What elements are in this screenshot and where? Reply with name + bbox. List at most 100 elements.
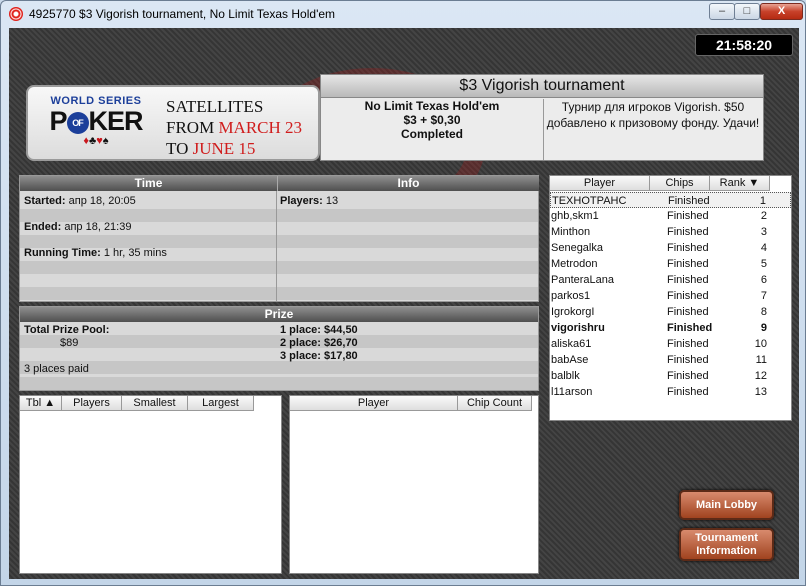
players-col-rank[interactable]: Rank ▼: [710, 176, 770, 191]
minimize-button[interactable]: –: [709, 3, 735, 20]
players-count-row: Players: 13: [280, 195, 339, 207]
clock: 21:58:20: [695, 34, 793, 56]
player-rank: 11: [755, 354, 767, 366]
player-name: parkos1: [551, 290, 591, 302]
player-row[interactable]: Senegalka Finished 4: [550, 240, 791, 256]
players-col-player[interactable]: Player: [550, 176, 650, 191]
client-area: 21:58:20 WORLD SERIES P OF KER ♦♣♥♠ SATELL…: [9, 28, 799, 579]
logo-poker-text: P OF KER: [46, 107, 146, 135]
main-lobby-button[interactable]: Main Lobby: [679, 490, 774, 520]
player-rank: 9: [760, 322, 767, 334]
tournament-summary: No Limit Texas Hold'em $3 + $0,30 Comple…: [321, 99, 543, 141]
player-chips: Finished: [667, 290, 709, 302]
player-name: Minthon: [551, 226, 591, 238]
prize-place-3: 3 place: $17,80: [280, 350, 358, 362]
wsop-logo: WORLD SERIES P OF KER ♦♣♥♠: [46, 95, 146, 155]
player-rank: 5: [760, 258, 767, 270]
promo-line-1: SATELLITES: [166, 97, 264, 116]
player-name: balblk: [551, 370, 580, 382]
close-button[interactable]: X: [760, 3, 803, 20]
logo-p: P: [49, 106, 67, 136]
title-bar[interactable]: 4925770 $3 Vigorish tournament, No Limit…: [1, 1, 805, 28]
tables-col-players[interactable]: Players: [62, 396, 122, 411]
promo-line-3: TO JUNE 15: [166, 139, 256, 158]
player-row[interactable]: vigorishru Finished 9: [550, 320, 791, 336]
satellites-promo: SATELLITES FROM MARCH 23 TO JUNE 15: [166, 96, 302, 159]
player-chips: Finished: [667, 274, 709, 286]
chip-count-list[interactable]: Player Chip Count: [289, 395, 539, 574]
player-row[interactable]: balblk Finished 12: [550, 368, 791, 384]
chip-col-player[interactable]: Player: [290, 396, 458, 411]
player-row[interactable]: Metrodon Finished 5: [550, 256, 791, 272]
header-divider: [543, 99, 544, 160]
player-row[interactable]: IgrokorgI Finished 8: [550, 304, 791, 320]
logo-rest: KER: [88, 106, 144, 136]
player-name: vigorishru: [551, 322, 605, 334]
player-name: l11arson: [551, 386, 593, 398]
tables-col-tbl[interactable]: Tbl ▲: [20, 396, 62, 411]
player-name: Metrodon: [551, 258, 598, 270]
tables-list[interactable]: Tbl ▲ Players Smallest Largest: [19, 395, 282, 574]
player-chips: Finished: [667, 258, 709, 270]
maximize-button[interactable]: □: [734, 3, 760, 20]
wsop-banner[interactable]: WORLD SERIES P OF KER ♦♣♥♠ SATELLITES FROM…: [26, 85, 320, 161]
total-prize-pool-label: Total Prize Pool:: [24, 324, 110, 336]
player-chips: Finished: [667, 354, 709, 366]
player-rank: 12: [754, 370, 767, 382]
tables-col-smallest[interactable]: Smallest: [122, 396, 188, 411]
game-type: No Limit Texas Hold'em: [364, 99, 500, 113]
tournament-title: $3 Vigorish tournament: [321, 75, 763, 98]
player-chips: Finished: [668, 195, 710, 207]
running-time-row: Running Time: 1 hr, 35 mins: [24, 247, 167, 259]
ended-row: Ended: апр 18, 21:39: [24, 221, 132, 233]
sort-up-icon: ▲: [44, 397, 56, 409]
player-rank: 10: [754, 338, 767, 350]
tournament-header: $3 Vigorish tournament No Limit Texas Ho…: [320, 74, 764, 161]
player-row[interactable]: ТЕХНОТРАНС Finished 1: [550, 192, 791, 208]
started-row: Started: апр 18, 20:05: [24, 195, 136, 207]
chip-col-chip-count[interactable]: Chip Count: [458, 396, 532, 411]
player-name: babAse: [551, 354, 589, 366]
player-chips: Finished: [667, 226, 709, 238]
buy-in: $3 + $0,30: [403, 113, 461, 127]
player-row[interactable]: PanteraLana Finished 6: [550, 272, 791, 288]
player-name: ghb,skm1: [551, 210, 599, 222]
promo-line-2: FROM MARCH 23: [166, 118, 303, 137]
tournament-description: Турнир для игроков Vigorish. $50 добавле…: [546, 100, 760, 130]
player-rank: 8: [760, 306, 767, 318]
sort-down-icon: ▼: [748, 177, 760, 189]
player-name: Senegalka: [551, 242, 603, 254]
card-suits-icon: ♦♣♥♠: [83, 135, 109, 147]
player-name: IgrokorgI: [551, 306, 595, 318]
players-col-chips[interactable]: Chips: [650, 176, 710, 191]
time-header: Time: [20, 176, 277, 191]
player-rank: 6: [760, 274, 767, 286]
player-name: aliska61: [551, 338, 592, 350]
player-chips: Finished: [667, 322, 713, 334]
player-chips: Finished: [667, 306, 709, 318]
player-row[interactable]: Minthon Finished 3: [550, 224, 791, 240]
player-row[interactable]: ghb,skm1 Finished 2: [550, 208, 791, 224]
player-chips: Finished: [667, 386, 709, 398]
logo-o: OF: [66, 111, 89, 134]
prize-place-1: 1 place: $44,50: [280, 324, 358, 336]
prize-header: Prize: [20, 307, 538, 322]
player-row[interactable]: babAse Finished 11: [550, 352, 791, 368]
player-rank: 2: [760, 210, 767, 222]
prize-panel: Prize Total Prize Pool: $89 3 places pai…: [19, 306, 539, 391]
player-row[interactable]: parkos1 Finished 7: [550, 288, 791, 304]
tournament-status: Completed: [400, 127, 463, 141]
player-row[interactable]: l11arson Finished 13: [550, 384, 791, 400]
player-chips: Finished: [667, 370, 709, 382]
prize-place-2: 2 place: $26,70: [280, 337, 358, 349]
players-list[interactable]: Player Chips Rank ▼ ТЕХНОТРАНС Finished 1 g…: [549, 175, 792, 421]
tournament-lobby-window: 4925770 $3 Vigorish tournament, No Limit…: [0, 0, 806, 586]
player-rank: 4: [760, 242, 767, 254]
player-name: PanteraLana: [551, 274, 614, 286]
tournament-information-button[interactable]: Tournament Information: [679, 528, 774, 561]
player-rank: 3: [760, 226, 767, 238]
info-header: Info: [277, 176, 539, 191]
total-prize-pool-value: $89: [60, 337, 79, 349]
player-row[interactable]: aliska61 Finished 10: [550, 336, 791, 352]
tables-col-largest[interactable]: Largest: [188, 396, 254, 411]
